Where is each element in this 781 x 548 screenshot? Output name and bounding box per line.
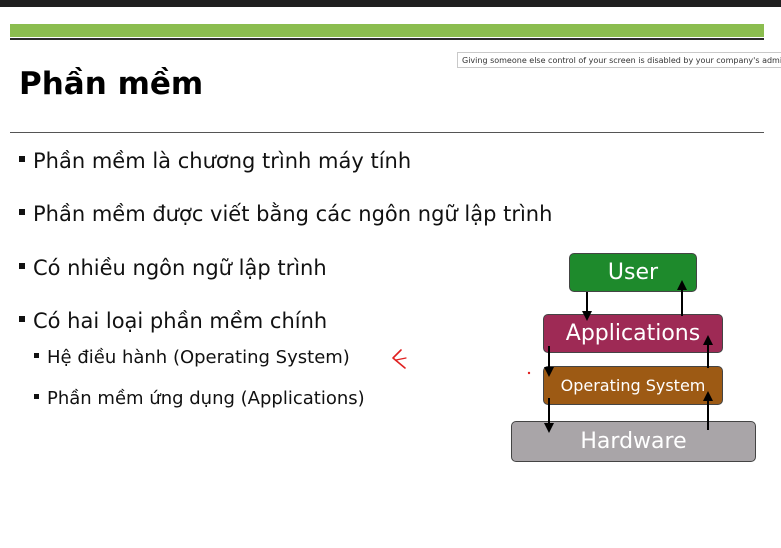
diagram-arrows [392, 280, 713, 433]
annotation-mark [395, 357, 407, 361]
annotation-dot [527, 371, 531, 375]
